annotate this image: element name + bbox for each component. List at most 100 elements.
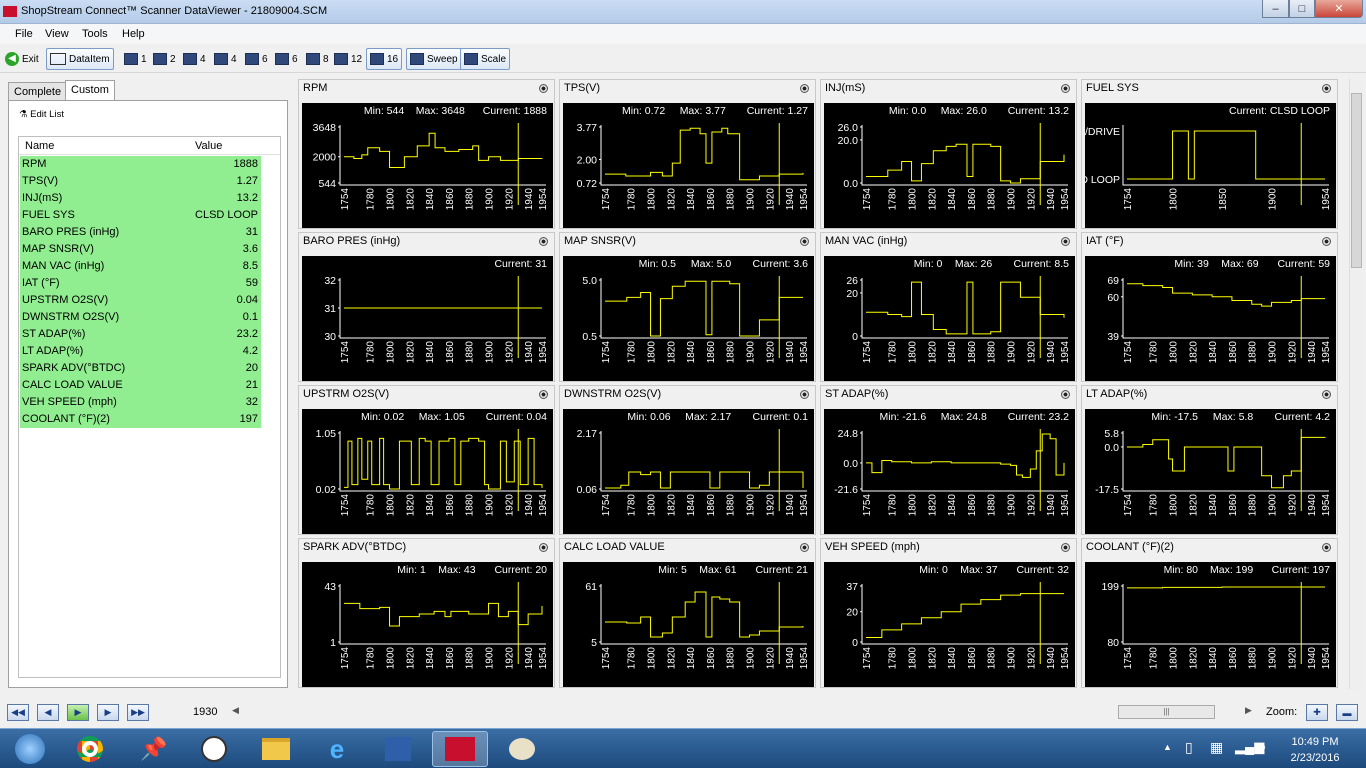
table-row[interactable]: DWNSTRM O2S(V) 0.1 xyxy=(20,309,261,326)
close-button[interactable]: ✕ xyxy=(1315,0,1363,18)
taskbar-shopstream[interactable] xyxy=(432,731,488,767)
graph-panel[interactable]: SPARK ADV(°BTDC) Current: 20 Max: 43 Min: 1… xyxy=(298,538,555,688)
edit-list-button[interactable]: ⚗ Edit List xyxy=(19,109,64,120)
step-back-button[interactable]: ◀ xyxy=(37,704,59,721)
table-row[interactable]: ST ADAP(%) 23.2 xyxy=(20,326,261,343)
zoom-out-button[interactable]: ▬ xyxy=(1336,704,1358,721)
graph-options-icon[interactable] xyxy=(1322,390,1331,399)
graph-options-icon[interactable] xyxy=(1322,84,1331,93)
graph-panel[interactable]: UPSTRM O2S(V) Current: 0.04 Max: 1.05 Min: … xyxy=(298,385,555,535)
layout-6b-button[interactable]: 6 xyxy=(272,48,301,70)
start-button[interactable] xyxy=(2,731,58,767)
graph-options-icon[interactable] xyxy=(800,237,809,246)
sweep-button[interactable]: Sweep xyxy=(406,48,462,70)
table-row[interactable]: FUEL SYS CLSD LOOP xyxy=(20,207,261,224)
graph-panel[interactable]: LT ADAP(%) Current: 4.2 Max: 5.8 Min: -17.5… xyxy=(1081,385,1338,535)
menu-file[interactable]: File xyxy=(15,28,33,40)
graph-panel[interactable]: MAP SNSR(V) Current: 3.6 Max: 5.0 Min: 0.5 5… xyxy=(559,232,816,382)
graph-panel[interactable]: CALC LOAD VALUE Current: 21 Max: 61 Min: 5 6… xyxy=(559,538,816,688)
layout-8-button[interactable]: 8 xyxy=(303,48,332,70)
graph-options-icon[interactable] xyxy=(800,543,809,552)
layout-12-button[interactable]: 12 xyxy=(331,48,365,70)
layout-2-button[interactable]: 2 xyxy=(150,48,179,70)
graph-options-icon[interactable] xyxy=(1061,84,1070,93)
graph-panel[interactable]: FUEL SYS Current: CLSD LOOP OL/DRIVE CLSD L… xyxy=(1060,79,1338,229)
graph-options-icon[interactable] xyxy=(800,390,809,399)
menu-tools[interactable]: Tools xyxy=(82,28,108,40)
graph-options-icon[interactable] xyxy=(539,543,548,552)
taskbar-explorer[interactable] xyxy=(248,731,304,767)
taskbar-pin[interactable]: 📌 xyxy=(126,731,182,767)
y-tick-label: CLSD LOOP xyxy=(1085,174,1120,186)
graph-panel[interactable]: BARO PRES (inHg) Current: 31 32 31 30 1754 178… xyxy=(298,232,555,382)
tray-expand-icon[interactable]: ▲ xyxy=(1163,742,1172,752)
graph-options-icon[interactable] xyxy=(1061,237,1070,246)
graph-options-icon[interactable] xyxy=(1322,543,1331,552)
table-row[interactable]: SPARK ADV(°BTDC) 20 xyxy=(20,360,261,377)
table-row[interactable]: IAT (°F) 59 xyxy=(20,275,261,292)
taskbar-chrome[interactable] xyxy=(62,731,118,767)
scrollbar-thumb[interactable] xyxy=(1351,93,1362,268)
scroll-left-icon[interactable]: ◀ xyxy=(232,705,239,716)
taskbar-gauge[interactable] xyxy=(186,731,242,767)
table-row[interactable]: UPSTRM O2S(V) 0.04 xyxy=(20,292,261,309)
layout-1-button[interactable]: 1 xyxy=(121,48,150,70)
play-button[interactable]: ▶ xyxy=(67,704,89,721)
taskbar-paint[interactable] xyxy=(494,731,550,767)
layout-6-button[interactable]: 6 xyxy=(242,48,271,70)
tab-custom[interactable]: Custom xyxy=(65,80,115,101)
graph-panel[interactable]: DWNSTRM O2S(V) Current: 0.1 Max: 2.17 Min: … xyxy=(559,385,816,535)
scroll-right-icon[interactable]: ▶ xyxy=(1245,705,1252,716)
layout-16-button[interactable]: 16 xyxy=(366,48,403,70)
tray-volume-icon[interactable]: ♪ xyxy=(1260,739,1267,754)
table-row[interactable]: VEH SPEED (mph) 32 xyxy=(20,394,261,411)
graph-panel[interactable]: IAT (°F) Current: 59 Max: 69 Min: 39 69 60 39 1… xyxy=(1081,232,1338,382)
maximize-button[interactable]: □ xyxy=(1289,0,1315,18)
minimize-button[interactable]: – xyxy=(1262,0,1289,18)
table-row[interactable]: COOLANT (°F)(2) 197 xyxy=(20,411,261,428)
graph-options-icon[interactable] xyxy=(539,390,548,399)
table-row[interactable]: MAP SNSR(V) 3.6 xyxy=(20,241,261,258)
graph-panel[interactable]: RPM Current: 1888 Max: 3648 Min: 544 3648 200… xyxy=(298,79,555,229)
layout-4-button[interactable]: 4 xyxy=(180,48,209,70)
table-row[interactable]: LT ADAP(%) 4.2 xyxy=(20,343,261,360)
fast-forward-button[interactable]: ▶▶ xyxy=(127,704,149,721)
graph-panel[interactable]: VEH SPEED (mph) Current: 32 Max: 37 Min: 0 3… xyxy=(820,538,1077,688)
step-forward-button[interactable]: ▶ xyxy=(97,704,119,721)
scale-button[interactable]: Scale xyxy=(460,48,511,70)
taskbar-ie[interactable]: e xyxy=(309,731,365,767)
table-row[interactable]: TPS(V) 1.27 xyxy=(20,173,261,190)
graph-scrollbar[interactable] xyxy=(1349,79,1363,689)
tray-device-icon[interactable]: ▯ xyxy=(1185,739,1193,756)
rewind-button[interactable]: ◀◀ xyxy=(7,704,29,721)
graph-options-icon[interactable] xyxy=(1061,390,1070,399)
zoom-in-button[interactable]: ✚ xyxy=(1306,704,1328,721)
column-value-header[interactable]: Value xyxy=(195,140,222,152)
timeline-scroll-thumb[interactable]: ||| xyxy=(1118,705,1215,719)
taskbar-app[interactable] xyxy=(370,731,426,767)
table-row[interactable]: BARO PRES (inHg) 31 xyxy=(20,224,261,241)
graph-options-icon[interactable] xyxy=(539,237,548,246)
layout-4b-button[interactable]: 4 xyxy=(211,48,240,70)
graph-options-icon[interactable] xyxy=(1322,237,1331,246)
exit-button[interactable]: ◀ Exit xyxy=(2,48,42,70)
table-row[interactable]: INJ(mS) 13.2 xyxy=(20,190,261,207)
graph-options-icon[interactable] xyxy=(1061,543,1070,552)
table-row[interactable]: RPM 1888 xyxy=(20,156,261,173)
column-name-header[interactable]: Name xyxy=(25,140,54,152)
table-row[interactable]: MAN VAC (inHg) 8.5 xyxy=(20,258,261,275)
table-row[interactable]: CALC LOAD VALUE 21 xyxy=(20,377,261,394)
graph-panel[interactable]: COOLANT (°F)(2) Current: 197 Max: 199 Min: … xyxy=(1081,538,1338,688)
graph-options-icon[interactable] xyxy=(800,84,809,93)
graph-panel[interactable]: TPS(V) Current: 1.27 Max: 3.77 Min: 0.72 3.7… xyxy=(559,79,816,229)
graph-options-icon[interactable] xyxy=(539,84,548,93)
graph-panel[interactable]: INJ(mS) Current: 13.2 Max: 26.0 Min: 0.0 26.… xyxy=(820,79,1077,229)
graph-panel[interactable]: ST ADAP(%) Current: 23.2 Max: 24.8 Min: -21… xyxy=(820,385,1077,535)
tray-clock[interactable]: 10:49 PM 2/23/2016 xyxy=(1280,734,1350,766)
graph-panel[interactable]: MAN VAC (inHg) Current: 8.5 Max: 26 Min: 0 2… xyxy=(820,232,1077,382)
tab-complete[interactable]: Complete xyxy=(8,82,68,100)
menu-view[interactable]: View xyxy=(45,28,69,40)
dataitem-button[interactable]: DataItem xyxy=(46,48,114,70)
tray-windows-icon[interactable]: ▦ xyxy=(1210,739,1223,756)
menu-help[interactable]: Help xyxy=(122,28,145,40)
